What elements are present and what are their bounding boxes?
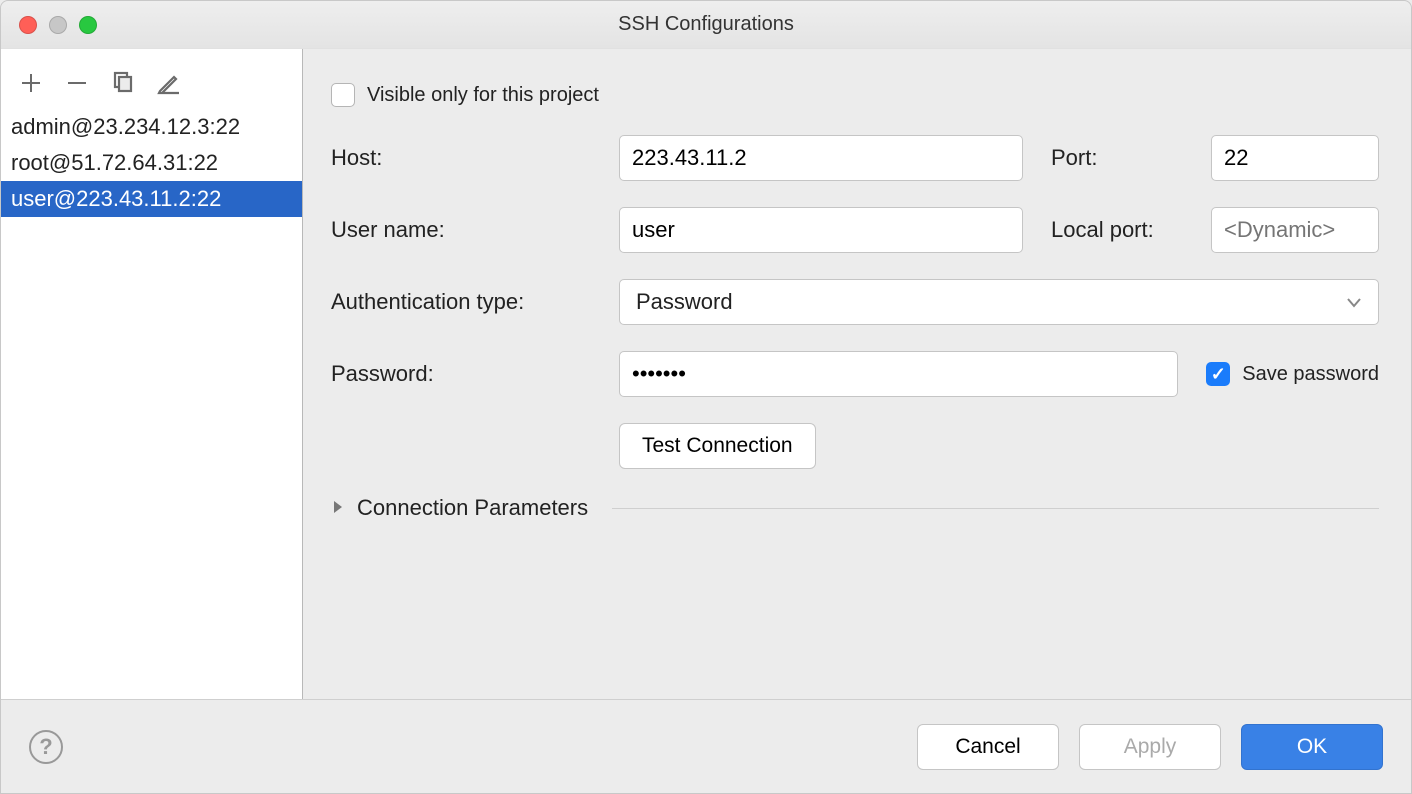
minus-icon xyxy=(65,71,89,95)
copy-button[interactable] xyxy=(111,71,135,95)
form-panel: Visible only for this project Host: Port… xyxy=(303,49,1411,699)
username-input[interactable] xyxy=(619,207,1023,253)
edit-button[interactable] xyxy=(157,71,181,95)
add-button[interactable] xyxy=(19,71,43,95)
password-label: Password: xyxy=(331,361,619,387)
localport-input[interactable] xyxy=(1211,207,1379,253)
username-label: User name: xyxy=(331,217,619,243)
window-close-button[interactable] xyxy=(19,16,37,34)
visible-only-label: Visible only for this project xyxy=(367,84,599,107)
auth-type-label: Authentication type: xyxy=(331,289,619,315)
visible-only-checkbox-row: Visible only for this project xyxy=(331,83,599,107)
window-minimize-button[interactable] xyxy=(49,16,67,34)
visible-only-checkbox[interactable] xyxy=(331,83,355,107)
auth-type-value: Password xyxy=(636,289,733,315)
content: admin@23.234.12.3:22 root@51.72.64.31:22… xyxy=(1,49,1411,699)
footer-buttons: Cancel Apply OK xyxy=(917,724,1383,770)
config-list: admin@23.234.12.3:22 root@51.72.64.31:22… xyxy=(1,109,302,699)
sidebar-toolbar xyxy=(1,63,302,109)
connection-parameters-label: Connection Parameters xyxy=(357,495,588,521)
localport-label: Local port: xyxy=(1051,217,1211,243)
config-item[interactable]: user@223.43.11.2:22 xyxy=(1,181,302,217)
help-button[interactable]: ? xyxy=(29,730,63,764)
apply-button[interactable]: Apply xyxy=(1079,724,1221,770)
connection-parameters-section[interactable]: Connection Parameters xyxy=(331,495,1379,521)
save-password-label: Save password xyxy=(1242,363,1379,386)
host-input[interactable] xyxy=(619,135,1023,181)
plus-icon xyxy=(19,71,43,95)
port-label: Port: xyxy=(1051,145,1211,171)
remove-button[interactable] xyxy=(65,71,89,95)
auth-type-select[interactable]: Password xyxy=(619,279,1379,325)
divider xyxy=(612,508,1379,509)
question-icon: ? xyxy=(39,734,52,760)
save-password-row: ✓ Save password xyxy=(1206,362,1379,386)
traffic-lights xyxy=(19,16,97,34)
titlebar: SSH Configurations xyxy=(1,1,1411,49)
cancel-button[interactable]: Cancel xyxy=(917,724,1059,770)
ok-button[interactable]: OK xyxy=(1241,724,1383,770)
triangle-right-icon xyxy=(331,497,345,520)
host-label: Host: xyxy=(331,145,619,171)
config-item[interactable]: root@51.72.64.31:22 xyxy=(1,145,302,181)
footer: ? Cancel Apply OK xyxy=(1,699,1411,793)
pencil-icon xyxy=(157,71,181,95)
config-item[interactable]: admin@23.234.12.3:22 xyxy=(1,109,302,145)
sidebar: admin@23.234.12.3:22 root@51.72.64.31:22… xyxy=(1,49,303,699)
window-maximize-button[interactable] xyxy=(79,16,97,34)
password-input[interactable] xyxy=(619,351,1178,397)
window: SSH Configurations admin@23.234.12.3:22 xyxy=(0,0,1412,794)
port-input[interactable] xyxy=(1211,135,1379,181)
save-password-checkbox[interactable]: ✓ xyxy=(1206,362,1230,386)
copy-icon xyxy=(111,71,135,95)
window-title: SSH Configurations xyxy=(618,13,794,36)
chevron-down-icon xyxy=(1346,289,1362,315)
test-connection-button[interactable]: Test Connection xyxy=(619,423,816,469)
